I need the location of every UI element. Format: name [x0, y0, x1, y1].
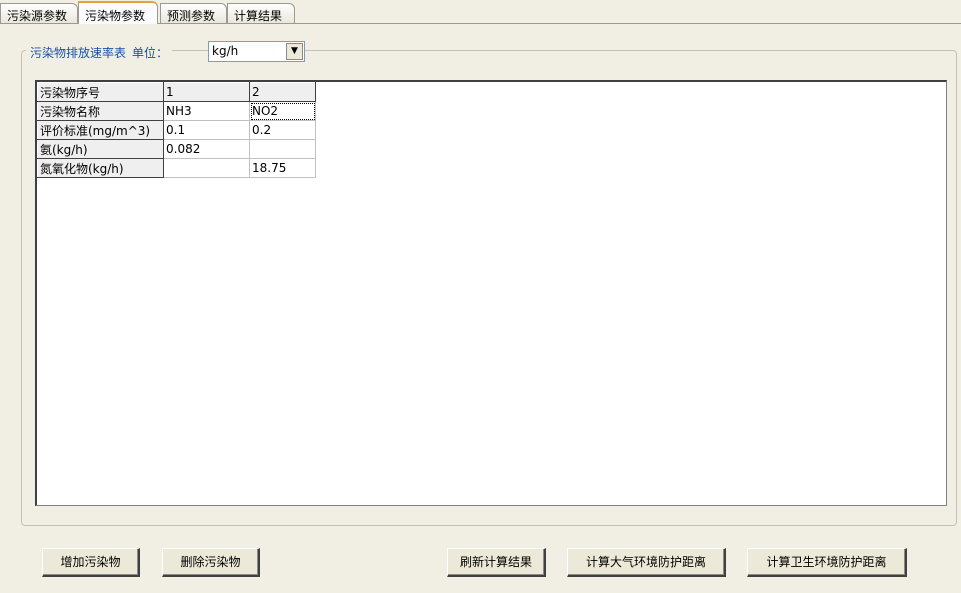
grid-cell[interactable]: 0.1 [163, 120, 250, 140]
calc-atmospheric-distance-button[interactable]: 计算大气环境防护距离 [567, 548, 726, 577]
refresh-results-button[interactable]: 刷新计算结果 [447, 548, 546, 577]
grid-cell[interactable]: 18.75 [249, 158, 316, 178]
table-row: 污染物序号 1 2 [37, 82, 316, 102]
tab-prediction-params[interactable]: 预测参数 [160, 3, 227, 23]
table-row: 评价标准(mg/m^3) 0.1 0.2 [37, 120, 316, 140]
tab-pollutant-params[interactable]: 污染物参数 [78, 1, 158, 24]
row-header: 氨(kg/h) [37, 139, 164, 159]
tab-strip: 污染源参数 预测参数 计算结果 污染物参数 [0, 0, 961, 24]
table-row: 污染物名称 NH3 NO2 [37, 101, 316, 121]
row-header: 污染物序号 [37, 82, 164, 102]
unit-dropdown-value: kg/h [212, 44, 239, 58]
pollutant-grid[interactable]: 污染物序号 1 2 污染物名称 NH3 NO2 评价标准(mg/m^3) 0.1… [35, 80, 947, 506]
pollutant-table: 污染物序号 1 2 污染物名称 NH3 NO2 评价标准(mg/m^3) 0.1… [37, 82, 316, 178]
column-header: 1 [163, 82, 250, 102]
tab-pollution-source-params[interactable]: 污染源参数 [0, 3, 78, 23]
group-legend: 污染物排放速率表 单位： [26, 44, 173, 62]
column-header: 2 [249, 82, 316, 102]
grid-cell[interactable]: 0.2 [249, 120, 316, 140]
unit-label: 单位： [132, 46, 169, 60]
delete-pollutant-button[interactable]: 删除污染物 [162, 548, 260, 577]
grid-cell[interactable] [163, 158, 250, 178]
row-header: 污染物名称 [37, 101, 164, 121]
calc-health-distance-button[interactable]: 计算卫生环境防护距离 [747, 548, 907, 577]
row-header: 氮氧化物(kg/h) [37, 158, 164, 178]
table-row: 氮氧化物(kg/h) 18.75 [37, 158, 316, 178]
grid-cell[interactable]: NO2 [249, 101, 316, 121]
grid-cell[interactable] [249, 139, 316, 159]
grid-cell[interactable]: 0.082 [163, 139, 250, 159]
tab-calculation-results[interactable]: 计算结果 [227, 3, 295, 23]
group-title: 污染物排放速率表 [30, 46, 127, 60]
grid-cell[interactable]: NH3 [163, 101, 250, 121]
row-header: 评价标准(mg/m^3) [37, 120, 164, 140]
add-pollutant-button[interactable]: 增加污染物 [42, 548, 140, 577]
table-row: 氨(kg/h) 0.082 [37, 139, 316, 159]
chevron-down-icon[interactable]: ▼ [286, 43, 303, 60]
unit-dropdown[interactable]: kg/h ▼ [208, 41, 305, 62]
